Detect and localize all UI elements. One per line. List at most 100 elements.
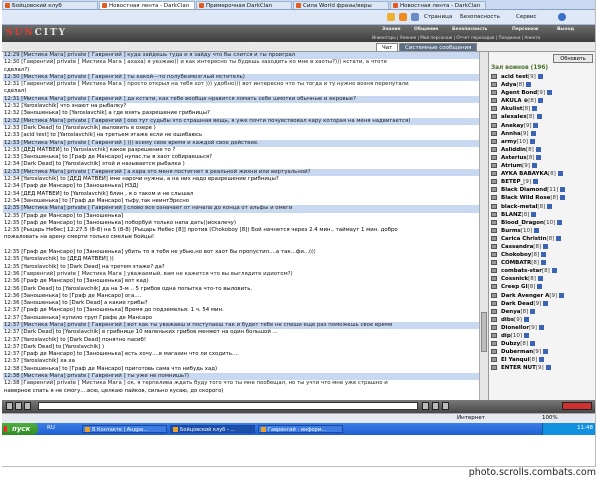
info-icon[interactable] [538,324,544,330]
chat-message[interactable]: 12:36 [Заношенька] to [Dark Dead] а каки… [3,300,479,307]
player-list-item[interactable]: Cassandra[8] [489,243,595,251]
clan-icon[interactable] [491,82,497,88]
translit-icon[interactable] [432,402,439,410]
player-name[interactable]: army [501,139,517,145]
info-icon[interactable] [557,171,563,177]
chat-message[interactable]: 12:37 [Yaroslavchik] to [Dark Dead] поня… [3,337,479,344]
clan-icon[interactable] [491,130,497,136]
player-name[interactable]: Cossnick [501,276,528,282]
player-list-item[interactable]: Carica Christin[8] [489,235,595,243]
page-menu-button[interactable]: Страница [424,12,452,22]
clan-icon[interactable] [491,349,497,355]
message-time[interactable]: 12:34 [4,191,21,197]
chat-message[interactable]: 12:36 [Граф де Мансаро] to [Заношенька] … [3,278,479,285]
message-time[interactable]: 12:30 [4,74,21,80]
player-name[interactable]: AKULA ⊕ [501,98,528,104]
rss-icon[interactable] [399,13,407,21]
player-list-item[interactable]: Anekay[9] [489,122,595,130]
message-time[interactable]: 12:38 [4,380,21,386]
message-time[interactable]: 12:35 [4,256,21,262]
info-icon[interactable] [536,114,542,120]
player-list-item[interactable]: Dubzy[8] [489,340,595,348]
player-name[interactable]: Adya [501,82,517,88]
player-list-item[interactable]: Annha[9] [489,130,595,138]
player-list-item[interactable]: BLANZ[8] [489,211,595,219]
chat-message[interactable]: 12:35 [Рыцарь Небес] 12:27.5 (8-8) на 5 … [3,227,479,234]
safety-menu-button[interactable]: Безопасность [460,12,500,22]
player-name[interactable]: Anekay [501,123,524,129]
message-time[interactable]: 12:37 [4,358,21,364]
message-time[interactable]: 12:32 [4,103,21,109]
chat-message[interactable]: 12:37 [Мистика Мага] private [ Гавренгий… [3,321,479,330]
clan-icon[interactable] [491,341,497,347]
player-list-item[interactable]: Black Wild Rose[8] [489,194,595,202]
clan-icon[interactable] [491,163,497,169]
clan-icon[interactable] [491,146,497,152]
clan-icon[interactable] [491,195,497,201]
chat-message[interactable]: 12:32 [Yaroslavchik] что знают на рыбалк… [3,103,479,110]
player-list-item[interactable]: Agent Bond[9] [489,89,595,97]
chat-message[interactable]: 12:36 [Гавренгий] private [ Мистика Мага… [3,271,479,278]
message-time[interactable]: 12:37 [4,329,21,335]
player-name[interactable]: BLANZ [501,212,522,218]
player-list-item[interactable]: BETEP_[9] [489,178,595,186]
player-name[interactable]: COMBATR [501,260,531,266]
chat-message[interactable]: 12:34 [Yaroslavchik] to [ДЕД МАТВЕЙ] мне… [3,176,479,183]
chat-message[interactable]: 12:33 [acid test] to [Yaroslavchik] на т… [3,132,479,139]
filter-icon[interactable] [24,402,31,410]
message-time[interactable]: 12:29 [4,52,21,58]
chat-message[interactable]: 12:34 [Dark Dead] to [Yaroslavchik] этой… [3,161,479,168]
browser-tab[interactable]: Бойцовский клуб [2,1,98,9]
player-name[interactable]: Agent Bond [501,90,537,96]
message-time[interactable]: 12:30 [4,59,21,65]
player-name[interactable]: Chokoboy [501,252,531,258]
info-icon[interactable] [547,203,553,209]
player-name[interactable]: Duberman [501,349,533,355]
tab-system-messages[interactable]: Системные сообщения [399,43,478,51]
clan-icon[interactable] [491,357,497,363]
chat-message[interactable]: 12:33 [Мистика Мага] private [ Гавренгий… [3,139,479,147]
chat-message[interactable]: 12:31 [Мистика Мага] private [ Гавренгий… [3,95,479,104]
info-icon[interactable] [559,292,565,298]
player-list-item[interactable]: alexalex[8] [489,113,595,121]
message-time[interactable]: 12:34 [4,176,21,182]
chat-message[interactable]: 12:36 [Заношенька] to [Граф де Мансаро] … [3,293,479,300]
message-time[interactable]: 12:36 [4,271,21,277]
menu-security[interactable]: Безопасность [452,27,487,33]
message-time[interactable]: 12:32 [4,110,21,116]
info-icon[interactable] [560,195,566,201]
info-icon[interactable] [534,227,540,233]
clan-icon[interactable] [491,284,497,290]
chat-message[interactable]: 12:37 [Dark Dead] to [Yaroslavchik] в гр… [3,329,479,336]
message-time[interactable]: 12:33 [4,132,21,138]
message-time[interactable]: 12:31 [4,81,21,87]
taskbar-item-active[interactable]: Бойцовский клуб - ... [170,425,255,433]
message-time[interactable]: 12:38 [4,373,21,379]
info-icon[interactable] [524,333,530,338]
info-icon[interactable] [526,82,532,88]
message-time[interactable]: 12:31 [4,96,21,102]
chat-message[interactable]: 12:33 [Заношенька] to [Граф де Мансаро] … [3,154,479,161]
info-icon[interactable] [532,106,538,112]
player-name[interactable]: Burms [501,228,521,234]
clan-icon[interactable] [491,171,497,177]
clan-icon[interactable] [491,203,497,209]
chat-message[interactable]: 12:33 [ДЕД МАТВЕЙ] to [Yaroslavchik] как… [3,147,479,154]
clan-icon[interactable] [491,276,497,282]
player-list-item[interactable]: Creep GI[8] [489,283,595,291]
player-name[interactable]: acid test [501,74,528,80]
menu-communication[interactable]: Общение [414,27,438,33]
player-list-item[interactable]: ENTER NUT[9] [489,364,595,372]
player-name[interactable]: alexalex [501,114,527,120]
chat-message[interactable]: 12:35 [Граф де Мансаро] to [Заношенька] [3,213,479,220]
player-list-item[interactable]: combats-star[8] [489,267,595,275]
chat-message[interactable]: сделал) [3,88,479,95]
player-name[interactable]: Dark Avenger A [501,293,549,299]
info-icon[interactable] [547,90,553,96]
message-time[interactable]: 12:37 [4,351,21,357]
message-time[interactable]: 12:32 [4,118,21,124]
info-icon[interactable] [543,349,549,355]
scrollbar-thumb[interactable] [481,312,487,352]
menu-exit[interactable]: Выход [557,27,574,33]
player-name[interactable]: Akulist [501,106,523,112]
